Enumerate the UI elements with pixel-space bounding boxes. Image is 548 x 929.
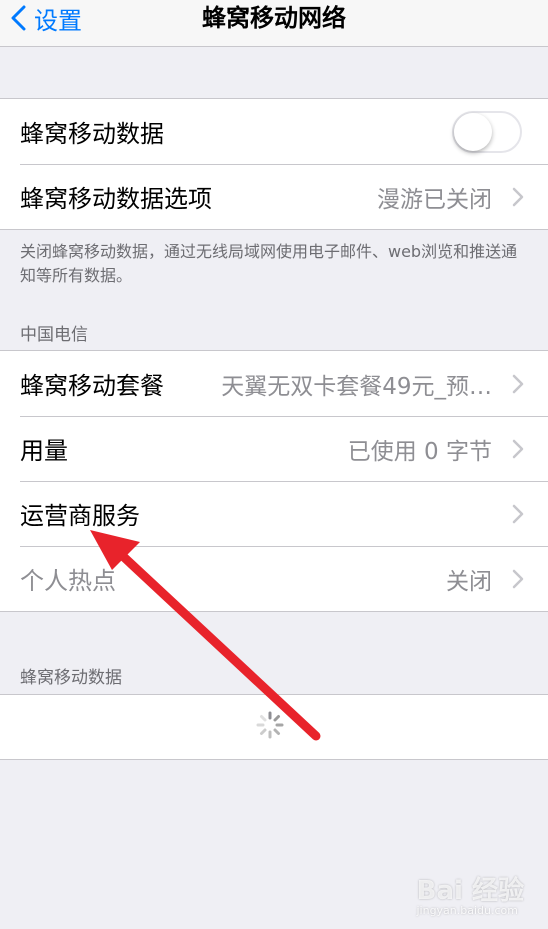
cellular-data-toggle[interactable] [452,110,522,153]
loading-spinner-icon [256,711,284,739]
carrier-settings-group: 蜂窝移动套餐 天翼无双卡套餐49元_预… 用量 已使用 0 字节 运营商服务 个… [0,350,548,612]
chevron-right-icon [512,439,524,458]
cellular-data-label: 蜂窝移动数据 [20,120,164,148]
cellular-data-options-row[interactable]: 蜂窝移动数据选项 漫游已关闭 [0,164,548,229]
toggle-knob [454,112,492,151]
usage-label: 用量 [20,437,68,465]
personal-hotspot-value: 关闭 [446,568,492,595]
baidu-watermark: Bai 经验 [416,876,524,906]
usage-value: 已使用 0 字节 [347,438,492,465]
chevron-right-icon [512,187,524,206]
watermark-url: jingyan.baidu.com [416,904,518,917]
page-title: 蜂窝移动网络 [202,4,346,32]
carrier-services-row[interactable]: 运营商服务 [0,481,548,546]
cellular-data-usage-header: 蜂窝移动数据 [20,668,122,688]
cellular-data-footnote: 关闭蜂窝移动数据，通过无线局域网使用电子邮件、web浏览和推送通知等所有数据。 [20,242,518,285]
cellular-plan-row[interactable]: 蜂窝移动套餐 天翼无双卡套餐49元_预… [0,351,548,416]
chevron-right-icon [512,569,524,588]
cellular-plan-value: 天翼无双卡套餐49元_预… [221,373,492,400]
chevron-right-icon [512,374,524,393]
cellular-data-row: 蜂窝移动数据 [0,99,548,164]
personal-hotspot-row[interactable]: 个人热点 关闭 [0,546,548,611]
carrier-section-header: 中国电信 [20,325,88,345]
chevron-right-icon [512,504,524,523]
navigation-bar: 设置 蜂窝移动网络 [0,0,548,47]
personal-hotspot-label: 个人热点 [20,567,116,595]
carrier-services-label: 运营商服务 [20,502,140,530]
cellular-data-options-label: 蜂窝移动数据选项 [20,185,212,213]
cellular-settings-group: 蜂窝移动数据 蜂窝移动数据选项 漫游已关闭 [0,98,548,230]
cellular-plan-label: 蜂窝移动套餐 [20,372,164,400]
roaming-status-value: 漫游已关闭 [377,186,492,213]
usage-row[interactable]: 用量 已使用 0 字节 [0,416,548,481]
